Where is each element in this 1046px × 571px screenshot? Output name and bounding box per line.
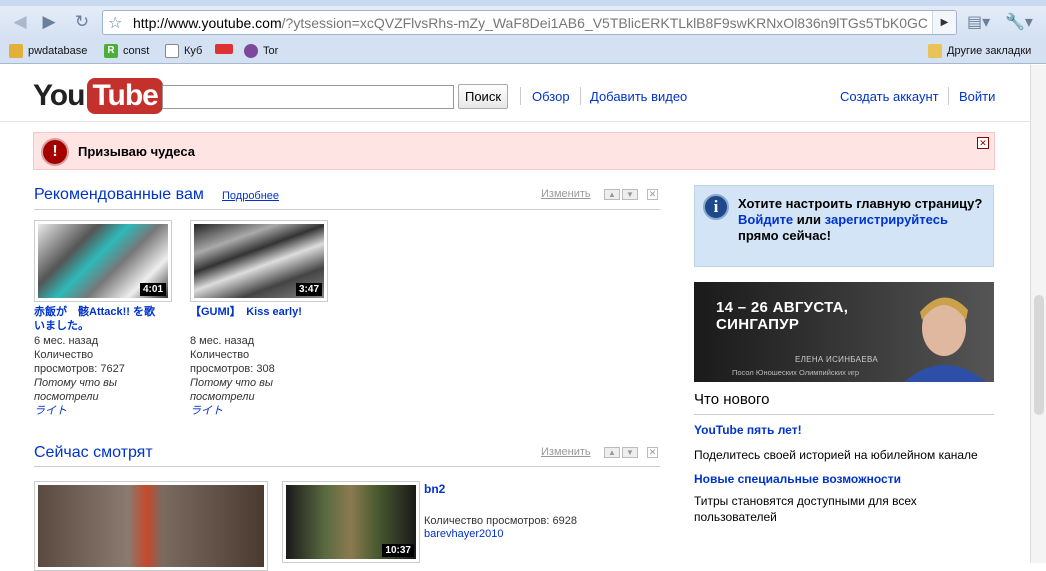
news-link[interactable]: YouTube пять лет! <box>694 423 802 437</box>
move-down-icon[interactable]: ▼ <box>622 189 638 200</box>
wrench-icon[interactable]: 🔧▾ <box>1005 12 1033 32</box>
ad-banner[interactable]: 14 – 26 АВГУСТА, СИНГАПУР ЕЛЕНА ИСИНБАЕВ… <box>694 282 994 382</box>
go-arrow-icon[interactable]: ▶ <box>932 11 956 34</box>
create-account-link[interactable]: Создать аккаунт <box>840 89 939 104</box>
video-title-link[interactable]: bn2 <box>424 482 445 496</box>
bookmark-tor[interactable]: Tor <box>244 44 278 58</box>
section-divider <box>34 209 660 210</box>
close-icon[interactable]: ✕ <box>977 137 989 149</box>
register-link[interactable]: зарегистрируйтесь <box>825 212 948 227</box>
divider <box>580 87 581 105</box>
news-text: Титры становятся доступными для всех пол… <box>694 494 917 524</box>
error-icon: ! <box>41 138 69 166</box>
bookmarks-bar: pwdatabase R const Куб Tor Другие заклад… <box>0 40 1046 64</box>
video-thumbnail[interactable]: 4:01 <box>34 220 172 302</box>
recommended-more-link[interactable]: Подробнее <box>222 190 279 202</box>
duration-badge: 3:47 <box>295 283 322 296</box>
info-icon: i <box>703 194 729 220</box>
browse-link[interactable]: Обзор <box>532 89 570 104</box>
other-bookmarks[interactable]: Другие закладки <box>928 44 1031 58</box>
red-logo-icon <box>215 44 233 54</box>
bookmark-star-icon[interactable]: ☆ <box>108 13 122 33</box>
search-button[interactable]: Поиск <box>458 84 508 109</box>
move-down-icon[interactable]: ▼ <box>622 447 638 458</box>
divider <box>520 87 521 105</box>
header-divider <box>0 121 1030 122</box>
bookmark-cube[interactable]: Куб <box>165 44 202 58</box>
recommended-edit-link[interactable]: Изменить <box>541 188 591 200</box>
search-input[interactable] <box>162 85 454 109</box>
duration-badge: 10:37 <box>382 544 414 557</box>
recommended-title[interactable]: Рекомендованные вам <box>34 186 204 204</box>
info-text: Хотите настроить главную страницу? Войди… <box>738 196 983 243</box>
video-meta: 8 мес. назад Количество просмотров: 308 … <box>190 335 275 403</box>
reason-source-link[interactable]: ライト <box>190 404 223 418</box>
reason-source-link[interactable]: ライト <box>34 404 67 418</box>
reload-icon[interactable]: ↻ <box>70 10 94 34</box>
video-meta: 6 мес. назад Количество просмотров: 7627… <box>34 335 125 403</box>
athlete-photo <box>904 297 986 382</box>
alert-banner: ! Призываю чудеса ✕ <box>33 132 995 170</box>
banner-subtitle: Посол Юношеских Олимпийских игр <box>732 368 860 377</box>
bookmark-const[interactable]: R const <box>104 44 149 58</box>
youtube-page: You Tube Поиск Обзор Добавить видео Созд… <box>0 65 1046 571</box>
vertical-scrollbar[interactable] <box>1030 65 1046 563</box>
page-menu-icon[interactable]: ▤▾ <box>967 12 990 32</box>
video-title-link[interactable]: 【GUMI】 Kiss early! <box>190 305 320 319</box>
scrollbar-thumb[interactable] <box>1034 295 1044 415</box>
video-title-link[interactable]: 赤飯が 骸Attack!! を歌いました。 <box>34 305 164 333</box>
uploader-link[interactable]: barevhayer2010 <box>424 527 504 541</box>
youtube-logo[interactable]: You Tube <box>33 78 163 114</box>
address-bar[interactable]: ☆ http://www.youtube.com/?ytsession=xcQV… <box>102 10 957 35</box>
section-divider <box>694 414 994 415</box>
pwdatabase-icon <box>9 44 23 58</box>
watching-now-edit-link[interactable]: Изменить <box>541 446 591 458</box>
alert-text: Призываю чудеса <box>78 144 195 159</box>
move-up-icon[interactable]: ▲ <box>604 447 620 458</box>
const-icon: R <box>104 44 118 58</box>
close-icon[interactable]: ✕ <box>647 189 658 200</box>
bookmark-red[interactable] <box>215 44 233 54</box>
duration-badge: 4:01 <box>139 283 166 296</box>
upload-link[interactable]: Добавить видео <box>590 89 687 104</box>
back-arrow-icon[interactable]: ◀ <box>8 10 32 34</box>
address-bar-url: http://www.youtube.com/?ytsession=xcQVZF… <box>133 15 929 31</box>
video-views: Количество просмотров: 6928 <box>424 515 577 527</box>
page-icon <box>165 44 179 58</box>
banner-name: ЕЛЕНА ИСИНБАЕВА <box>795 355 878 364</box>
folder-icon <box>928 44 942 58</box>
video-thumbnail[interactable]: 3:47 <box>190 220 328 302</box>
news-link[interactable]: Новые специальные возможности <box>694 472 901 486</box>
whats-new-title: Что нового <box>694 391 770 408</box>
watching-now-title[interactable]: Сейчас смотрят <box>34 444 153 462</box>
login-link[interactable]: Войти <box>959 89 995 104</box>
video-thumbnail[interactable]: 10:37 <box>282 481 420 563</box>
move-up-icon[interactable]: ▲ <box>604 189 620 200</box>
video-thumbnail-large[interactable] <box>34 481 268 571</box>
news-text: Поделитесь своей историей на юбилейном к… <box>694 448 978 462</box>
forward-arrow-icon[interactable]: ▶ <box>37 10 61 34</box>
banner-headline: 14 – 26 АВГУСТА, СИНГАПУР <box>716 299 849 333</box>
customize-info-box: i Хотите настроить главную страницу? Вой… <box>694 185 994 267</box>
login-link[interactable]: Войдите <box>738 212 793 227</box>
section-divider <box>34 466 660 467</box>
divider <box>948 87 949 105</box>
browser-toolbar: ◀ ▶ ↻ ☆ http://www.youtube.com/?ytsessio… <box>0 6 1046 40</box>
close-icon[interactable]: ✕ <box>647 447 658 458</box>
bookmark-pwdatabase[interactable]: pwdatabase <box>9 44 87 58</box>
tor-onion-icon <box>244 44 258 58</box>
